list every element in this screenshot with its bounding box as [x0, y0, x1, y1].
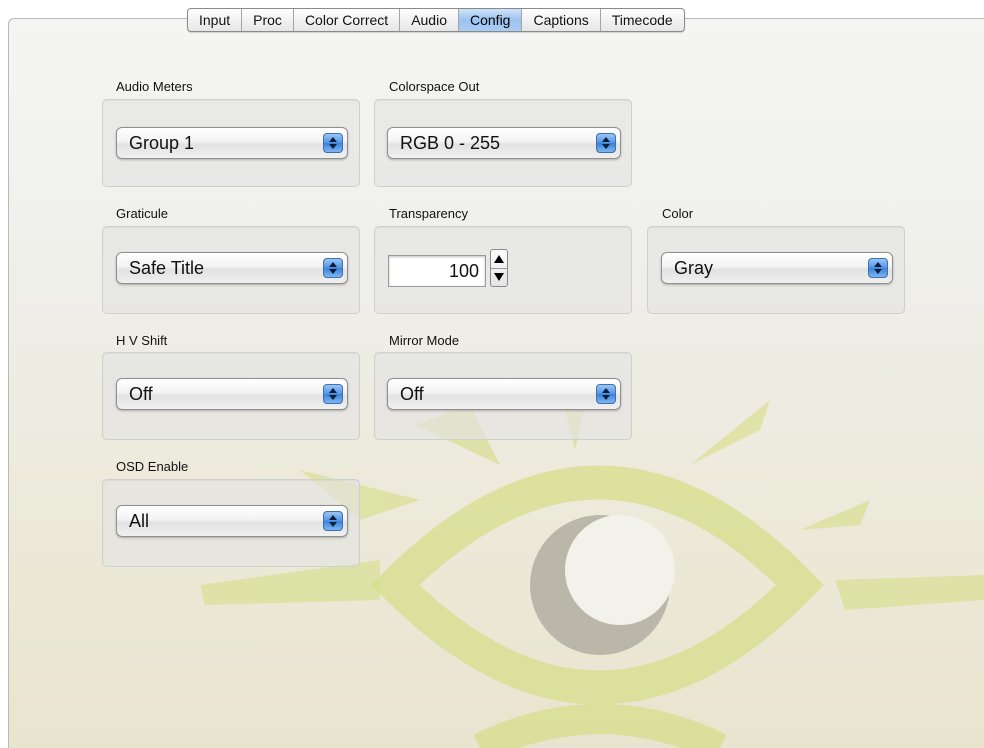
- transparency-stepper[interactable]: [490, 249, 508, 287]
- transparency-label: Transparency: [389, 206, 468, 221]
- up-down-chevron-icon: [323, 133, 343, 153]
- osd-enable-popup[interactable]: All: [116, 505, 348, 537]
- up-down-chevron-icon: [596, 133, 616, 153]
- transparency-field[interactable]: 100: [388, 255, 486, 287]
- tab-config[interactable]: Config: [459, 9, 523, 31]
- mirror-mode-label: Mirror Mode: [389, 333, 460, 348]
- tab-timecode[interactable]: Timecode: [601, 9, 684, 31]
- up-down-chevron-icon: [323, 384, 343, 404]
- color-label: Color: [662, 206, 694, 221]
- hv-shift-popup[interactable]: Off: [116, 378, 348, 410]
- stepper-down-icon[interactable]: [491, 269, 507, 287]
- graticule-label: Graticule: [116, 206, 169, 221]
- audio-meters-popup[interactable]: Group 1: [116, 127, 348, 159]
- up-down-chevron-icon: [323, 511, 343, 531]
- hv-shift-value: Off: [129, 384, 153, 404]
- tab-input[interactable]: Input: [188, 9, 243, 31]
- tab-proc[interactable]: Proc: [242, 9, 294, 31]
- mirror-mode-value: Off: [400, 384, 424, 404]
- up-down-chevron-icon: [596, 384, 616, 404]
- colorspace-out-label: Colorspace Out: [389, 79, 480, 94]
- graticule-value: Safe Title: [129, 258, 205, 278]
- osd-enable-value: All: [129, 511, 150, 531]
- up-down-chevron-icon: [868, 258, 888, 278]
- audio-meters-value: Group 1: [129, 133, 195, 153]
- audio-meters-label: Audio Meters: [116, 79, 193, 94]
- stepper-up-icon[interactable]: [491, 250, 507, 269]
- tab-color-correct[interactable]: Color Correct: [294, 9, 401, 31]
- colorspace-out-popup[interactable]: RGB 0 - 255: [387, 127, 621, 159]
- tab-bar: Input Proc Color Correct Audio Config Ca…: [187, 8, 685, 32]
- mirror-mode-popup[interactable]: Off: [387, 378, 621, 410]
- osd-enable-label: OSD Enable: [116, 459, 189, 474]
- color-popup[interactable]: Gray: [661, 252, 893, 284]
- tab-audio[interactable]: Audio: [400, 9, 459, 31]
- tab-captions[interactable]: Captions: [522, 9, 601, 31]
- hv-shift-label: H V Shift: [116, 333, 168, 348]
- colorspace-out-value: RGB 0 - 255: [400, 133, 501, 153]
- up-down-chevron-icon: [323, 258, 343, 278]
- graticule-popup[interactable]: Safe Title: [116, 252, 348, 284]
- color-value: Gray: [674, 258, 714, 278]
